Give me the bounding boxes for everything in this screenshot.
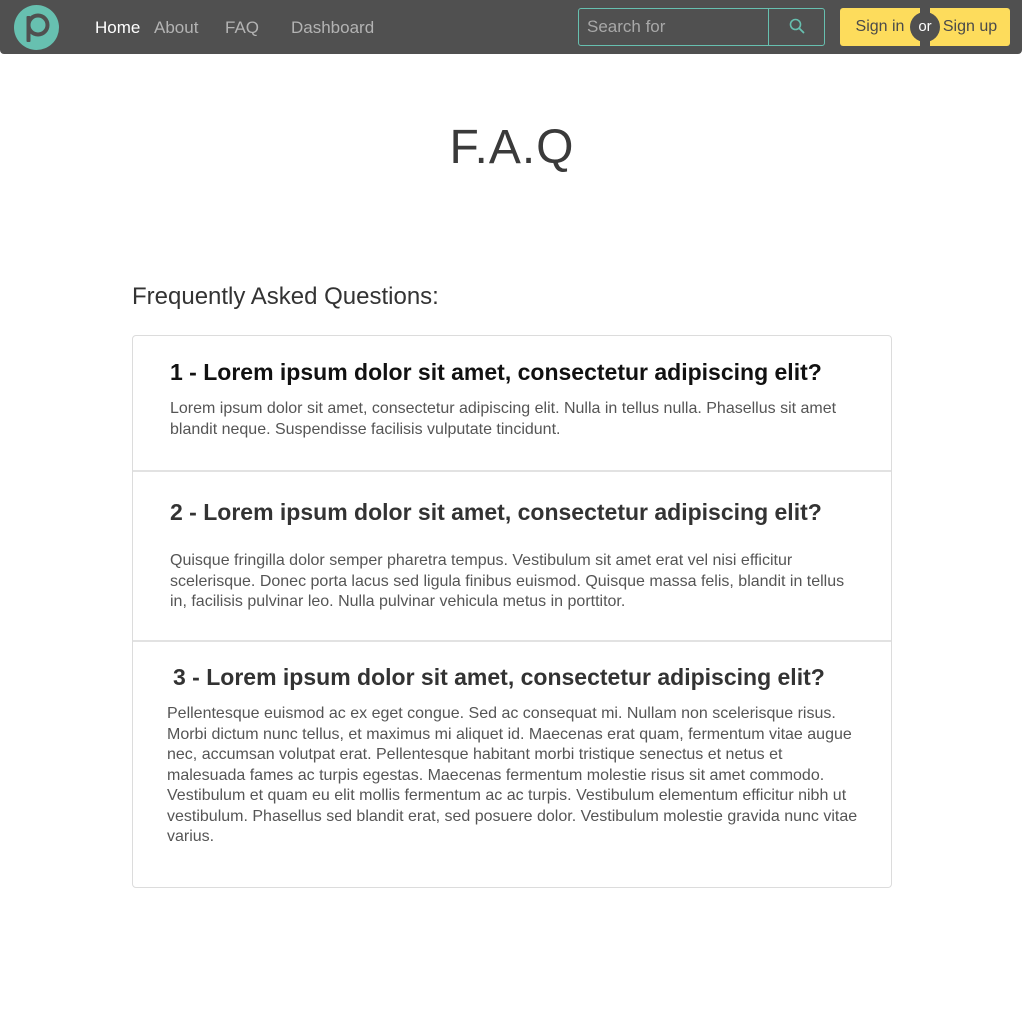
page-title: F.A.Q: [449, 121, 575, 174]
nav-home-link[interactable]: Home: [95, 18, 140, 38]
search-input[interactable]: [579, 9, 768, 45]
faq-answer: Quisque fringilla dolor semper pharetra …: [170, 552, 845, 610]
faq-answer: Lorem ipsum dolor sit amet, consectetur …: [170, 400, 837, 438]
or-badge: or: [910, 12, 940, 42]
auth-buttons: Sign in Sign up or: [840, 8, 1010, 46]
search-icon: [789, 18, 805, 37]
search-button[interactable]: [768, 9, 824, 45]
p-logo-icon[interactable]: [14, 5, 59, 50]
faq-question: 3 - Lorem ipsum dolor sit amet, consecte…: [173, 664, 825, 690]
faq-question: 2 - Lorem ipsum dolor sit amet, consecte…: [170, 499, 822, 525]
nav-faq-link[interactable]: FAQ: [225, 18, 259, 38]
top-navbar: Home About FAQ Dashboard Sign in Sign up…: [0, 0, 1022, 54]
search-form: [578, 8, 825, 46]
faq-answer: Pellentesque euismod ac ex eget congue. …: [167, 705, 858, 845]
nav-about-link[interactable]: About: [154, 18, 198, 38]
faq-question: 1 - Lorem ipsum dolor sit amet, consecte…: [170, 359, 822, 385]
faq-item: 3 - Lorem ipsum dolor sit amet, consecte…: [133, 642, 891, 887]
nav-dashboard-link[interactable]: Dashboard: [291, 18, 374, 38]
faq-list: 1 - Lorem ipsum dolor sit amet, consecte…: [132, 335, 892, 888]
sign-up-button[interactable]: Sign up: [930, 8, 1010, 46]
sign-in-button[interactable]: Sign in: [840, 8, 920, 46]
faq-item: 1 - Lorem ipsum dolor sit amet, consecte…: [133, 336, 891, 472]
section-heading: Frequently Asked Questions:: [132, 283, 439, 310]
faq-item: 2 - Lorem ipsum dolor sit amet, consecte…: [133, 472, 891, 642]
